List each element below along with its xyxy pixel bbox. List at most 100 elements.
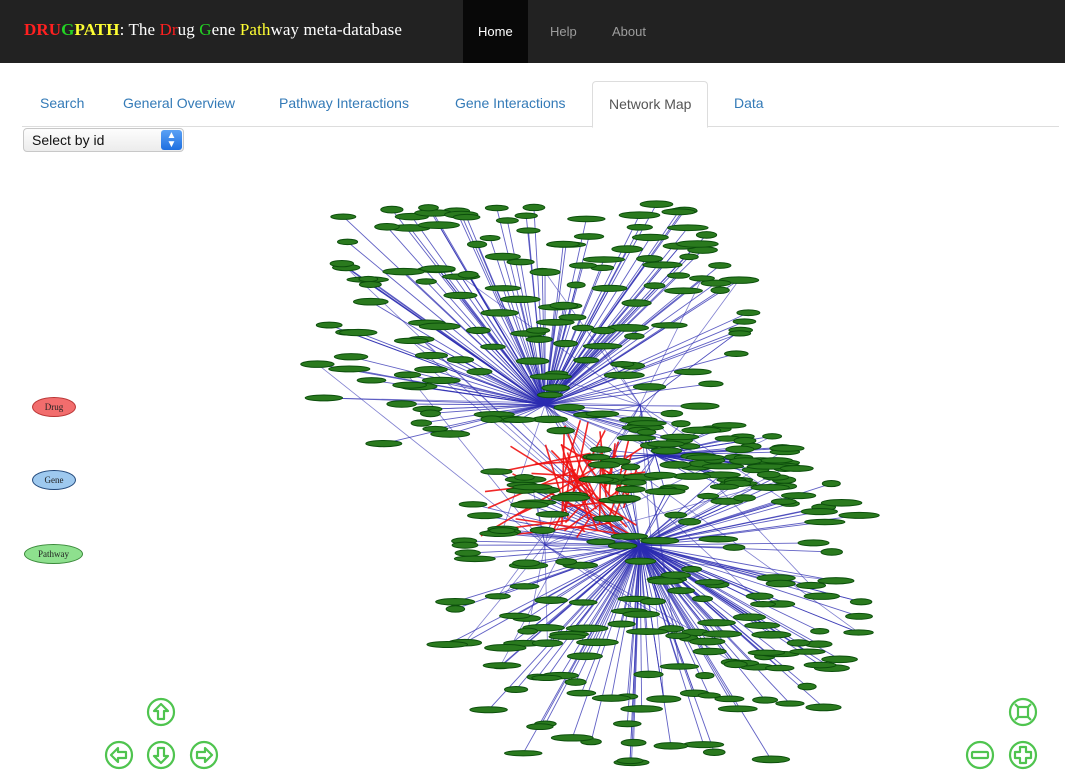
pathway-node[interactable] bbox=[435, 597, 476, 606]
pathway-node[interactable] bbox=[482, 662, 522, 669]
pathway-node[interactable] bbox=[516, 227, 541, 234]
pathway-node[interactable] bbox=[843, 629, 874, 636]
pathway-node[interactable] bbox=[678, 517, 702, 526]
tab-network-map[interactable]: Network Map bbox=[592, 81, 709, 128]
pathway-node[interactable] bbox=[633, 670, 664, 679]
pathway-node[interactable] bbox=[548, 633, 586, 640]
pathway-node[interactable] bbox=[300, 360, 335, 368]
pathway-node[interactable] bbox=[421, 376, 461, 384]
pathway-node[interactable] bbox=[386, 400, 417, 408]
pathway-node[interactable] bbox=[553, 403, 586, 411]
pathway-node[interactable] bbox=[626, 223, 653, 231]
pathway-node[interactable] bbox=[339, 328, 378, 337]
pathway-node[interactable] bbox=[838, 511, 880, 519]
pathway-node[interactable] bbox=[484, 285, 522, 292]
pathway-node[interactable] bbox=[512, 483, 553, 491]
pathway-node[interactable] bbox=[769, 444, 805, 452]
pathway-node[interactable] bbox=[529, 526, 556, 534]
pan-left-button[interactable] bbox=[104, 740, 134, 770]
pathway-node[interactable] bbox=[632, 383, 667, 391]
pathway-node[interactable] bbox=[451, 541, 479, 549]
pathway-node[interactable] bbox=[591, 326, 616, 335]
pathway-node[interactable] bbox=[765, 664, 795, 672]
pathway-node[interactable] bbox=[616, 434, 657, 442]
pathway-node[interactable] bbox=[710, 286, 730, 294]
pathway-node[interactable] bbox=[457, 270, 479, 279]
tab-data[interactable]: Data bbox=[718, 81, 780, 127]
pathway-node[interactable] bbox=[525, 335, 553, 343]
pathway-node[interactable] bbox=[419, 265, 456, 273]
pathway-node[interactable] bbox=[333, 353, 369, 361]
pathway-node[interactable] bbox=[525, 327, 551, 334]
pathway-node[interactable] bbox=[624, 557, 657, 565]
pathway-node[interactable] bbox=[610, 360, 635, 368]
pathway-node[interactable] bbox=[553, 339, 579, 348]
pathway-node[interactable] bbox=[725, 445, 755, 454]
pathway-node[interactable] bbox=[380, 205, 404, 214]
pathway-node[interactable] bbox=[564, 678, 587, 686]
pathway-node[interactable] bbox=[679, 253, 699, 261]
pathway-node[interactable] bbox=[392, 381, 428, 389]
pathway-node[interactable] bbox=[607, 494, 641, 503]
pathway-node[interactable] bbox=[800, 508, 838, 516]
pathway-node[interactable] bbox=[531, 674, 562, 682]
pathway-node[interactable] bbox=[458, 501, 488, 508]
pathway-node[interactable] bbox=[620, 479, 647, 486]
pathway-node[interactable] bbox=[526, 723, 554, 731]
tab-gene-interactions[interactable]: Gene Interactions bbox=[439, 81, 582, 127]
pathway-node[interactable] bbox=[382, 267, 425, 276]
pathway-node[interactable] bbox=[659, 663, 700, 670]
pathway-node[interactable] bbox=[711, 422, 747, 429]
pathway-node[interactable] bbox=[616, 757, 644, 765]
pathway-node[interactable] bbox=[750, 601, 776, 608]
pathway-node[interactable] bbox=[660, 433, 700, 441]
pathway-node[interactable] bbox=[689, 275, 715, 282]
pathway-node[interactable] bbox=[529, 373, 573, 380]
pathway-node[interactable] bbox=[452, 213, 481, 221]
pathway-node[interactable] bbox=[660, 571, 691, 579]
pathway-node[interactable] bbox=[426, 640, 469, 649]
pathway-node[interactable] bbox=[797, 539, 830, 547]
pathway-node[interactable] bbox=[697, 492, 720, 500]
pathway-node[interactable] bbox=[591, 694, 631, 702]
pathway-node[interactable] bbox=[573, 233, 605, 240]
pathway-node[interactable] bbox=[628, 420, 667, 427]
pathway-node[interactable] bbox=[680, 402, 720, 410]
pathway-node[interactable] bbox=[503, 685, 529, 694]
pathway-node[interactable] bbox=[453, 555, 496, 563]
pathway-node[interactable] bbox=[446, 356, 475, 364]
pathway-node[interactable] bbox=[612, 720, 642, 728]
pathway-node[interactable] bbox=[708, 262, 732, 269]
pathway-node[interactable] bbox=[796, 581, 827, 589]
pathway-node[interactable] bbox=[535, 510, 570, 518]
pathway-node[interactable] bbox=[611, 245, 644, 253]
pathway-node[interactable] bbox=[304, 394, 344, 402]
pathway-node[interactable] bbox=[352, 297, 389, 306]
pathway-node[interactable] bbox=[588, 461, 621, 469]
network-map-canvas[interactable] bbox=[0, 160, 1065, 774]
pathway-node[interactable] bbox=[419, 409, 441, 418]
pathway-node[interactable] bbox=[610, 532, 649, 540]
pathway-node[interactable] bbox=[750, 483, 790, 491]
pathway-node[interactable] bbox=[666, 224, 709, 232]
pathway-node[interactable] bbox=[504, 750, 543, 757]
pathway-node[interactable] bbox=[336, 238, 359, 246]
pathway-node[interactable] bbox=[770, 498, 797, 505]
pathway-node[interactable] bbox=[636, 428, 657, 436]
pathway-node[interactable] bbox=[686, 454, 725, 461]
pathway-node[interactable] bbox=[536, 391, 563, 399]
pathway-node[interactable] bbox=[733, 436, 757, 445]
pathway-node[interactable] bbox=[671, 420, 691, 428]
pathway-node[interactable] bbox=[546, 426, 575, 435]
pathway-node[interactable] bbox=[484, 593, 511, 600]
pathway-node[interactable] bbox=[694, 579, 725, 586]
tab-pathway-interactions[interactable]: Pathway Interactions bbox=[263, 81, 425, 127]
zoom-out-button[interactable] bbox=[965, 740, 995, 770]
pathway-node[interactable] bbox=[582, 342, 623, 350]
pathway-node[interactable] bbox=[692, 595, 714, 603]
pathway-node[interactable] bbox=[709, 483, 740, 490]
pathway-node[interactable] bbox=[480, 468, 513, 475]
pathway-node[interactable] bbox=[631, 233, 669, 242]
pathway-node[interactable] bbox=[762, 433, 783, 440]
pathway-node[interactable] bbox=[821, 655, 858, 664]
